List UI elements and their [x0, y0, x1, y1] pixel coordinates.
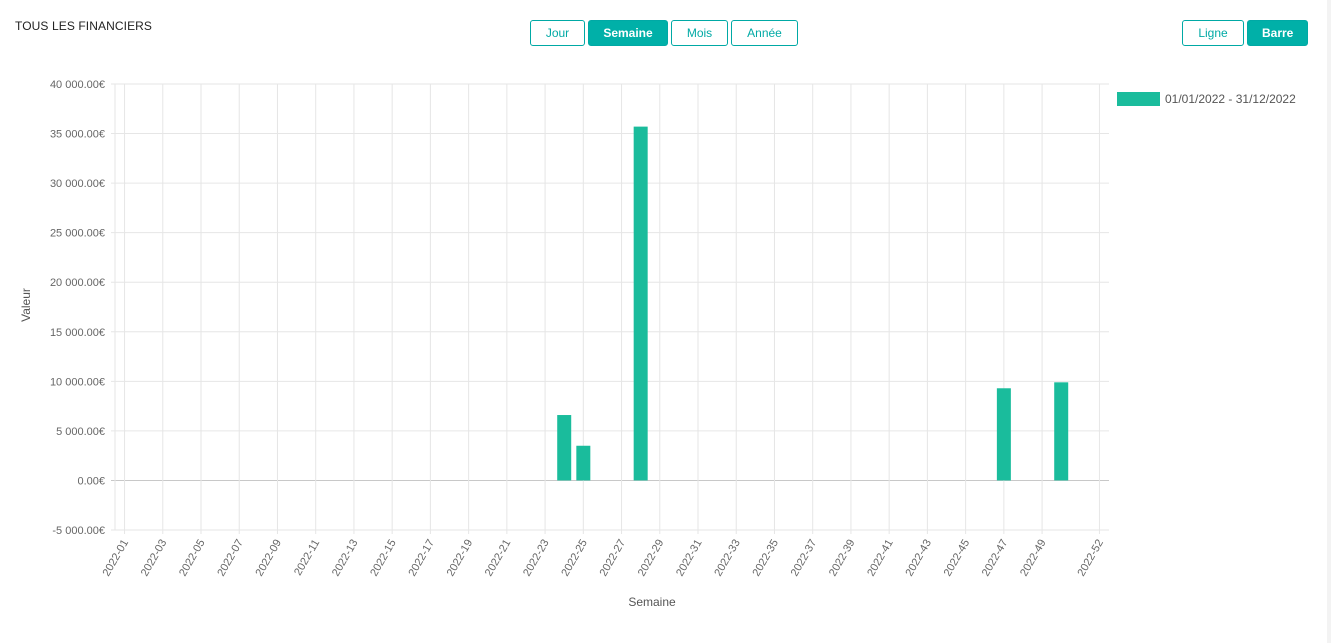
x-tick-label: 2022-13 — [330, 538, 361, 579]
x-tick-label: 2022-47 — [980, 538, 1011, 579]
legend-label: 01/01/2022 - 31/12/2022 — [1165, 92, 1296, 106]
x-tick-label: 2022-21 — [483, 538, 514, 579]
x-tick-label: 2022-37 — [789, 538, 820, 579]
x-tick-label: 2022-25 — [559, 538, 590, 579]
x-tick-label: 2022-52 — [1075, 538, 1106, 579]
scrollbar[interactable] — [1327, 0, 1331, 643]
x-tick-label: 2022-29 — [636, 538, 667, 579]
x-tick-label: 2022-11 — [292, 538, 322, 578]
y-tick-label: 15 000.00€ — [50, 327, 105, 339]
y-tick-label: 40 000.00€ — [50, 79, 105, 91]
legend-swatch — [1117, 92, 1160, 106]
x-tick-label: 2022-31 — [674, 538, 705, 579]
x-tick-label: 2022-09 — [253, 538, 284, 579]
y-tick-label: 35 000.00€ — [50, 129, 105, 141]
bar — [557, 415, 572, 481]
x-tick-label: 2022-45 — [942, 538, 973, 579]
y-axis-title: Valeur — [19, 288, 33, 322]
x-tick-label: 2022-23 — [521, 538, 552, 579]
bar — [576, 445, 591, 481]
bar — [633, 126, 648, 481]
y-tick-label: 20 000.00€ — [50, 277, 105, 289]
y-tick-label: 0.00€ — [77, 475, 105, 487]
bar-chart: 40 000.00€ 35 000.00€ 30 000.00€ 25 000.00€… — [19, 79, 1296, 609]
x-axis-title: Semaine — [628, 595, 676, 609]
y-tick-label: -5 000.00€ — [52, 525, 105, 537]
x-tick-label: 2022-03 — [139, 538, 170, 579]
y-tick-label: 10 000.00€ — [50, 376, 105, 388]
x-tick-label: 2022-27 — [598, 538, 629, 579]
x-tick-label: 2022-07 — [215, 538, 246, 579]
x-tick-label: 2022-19 — [445, 538, 476, 579]
x-tick-label: 2022-17 — [406, 538, 437, 579]
y-tick-label: 30 000.00€ — [50, 178, 105, 190]
x-tick-label: 2022-35 — [750, 538, 781, 579]
x-tick-label: 2022-43 — [903, 538, 934, 579]
x-tick-label: 2022-49 — [1018, 538, 1049, 579]
x-tick-label: 2022-15 — [368, 538, 399, 579]
y-tick-label: 25 000.00€ — [50, 228, 105, 240]
y-tick-label: 5 000.00€ — [56, 426, 105, 438]
bar — [1054, 382, 1069, 481]
bar — [996, 388, 1011, 481]
x-tick-label: 2022-33 — [712, 538, 743, 579]
x-tick-label: 2022-01 — [101, 538, 132, 579]
x-tick-label: 2022-05 — [177, 538, 208, 579]
x-tick-label: 2022-41 — [865, 538, 896, 579]
x-tick-label: 2022-39 — [827, 538, 858, 579]
